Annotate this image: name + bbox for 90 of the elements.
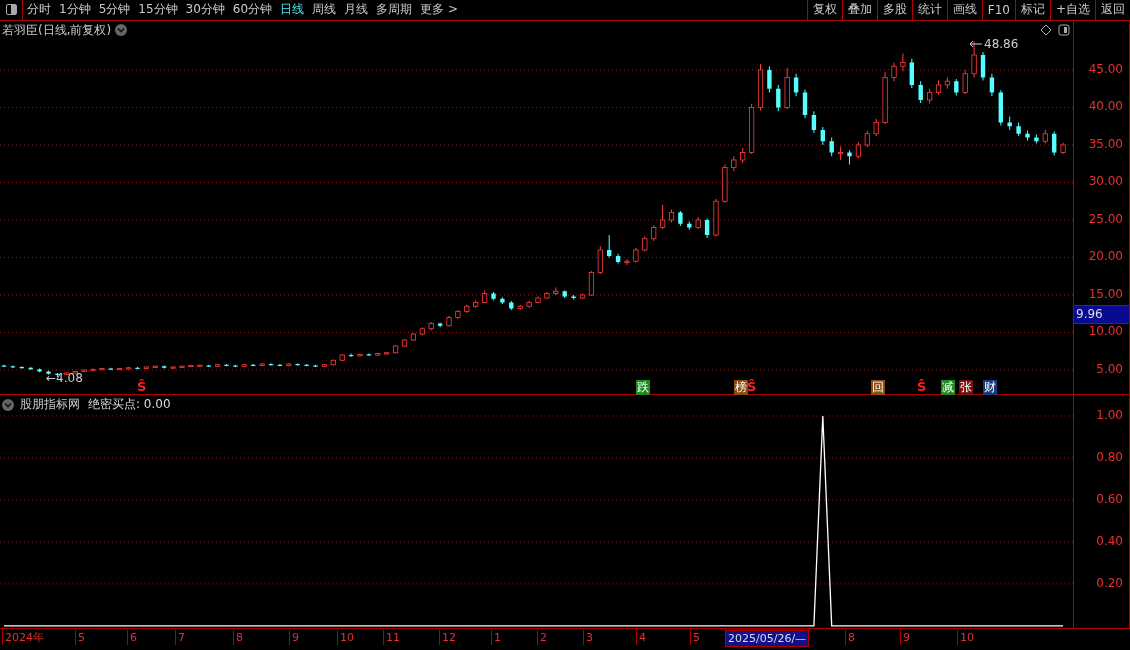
high-price-label: 48.86 — [984, 36, 1019, 51]
axis-label: 0.20 — [1096, 576, 1123, 591]
chevron-down-icon[interactable] — [2, 398, 14, 411]
candlestick — [811, 110, 817, 134]
event-tag[interactable]: 榜 — [734, 379, 748, 395]
candlestick — [704, 217, 710, 239]
date-label: 6 — [127, 630, 139, 646]
period-tab[interactable]: 分时 — [23, 0, 55, 20]
date-label: 2024年 — [2, 630, 46, 646]
axis-label: 20.00 — [1088, 249, 1123, 264]
date-label: 8 — [233, 630, 245, 646]
event-tag[interactable]: 减 — [941, 379, 955, 395]
axis-label: 1.00 — [1096, 408, 1123, 423]
date-label: 1 — [491, 630, 503, 646]
date-label: 10 — [957, 630, 976, 646]
date-label: 11 — [383, 630, 402, 646]
candlestick — [971, 40, 977, 78]
date-label: 7 — [175, 630, 187, 646]
date-label: 4 — [636, 630, 648, 646]
date-label: 8 — [845, 630, 857, 646]
toolbar-button[interactable]: 统计 — [911, 0, 947, 20]
candlestick — [962, 69, 968, 95]
period-tab[interactable]: 30分钟 — [181, 0, 229, 20]
candlestick — [900, 52, 906, 72]
axis-label: 0.80 — [1096, 450, 1123, 465]
candlestick — [989, 73, 995, 97]
date-label: 3 — [583, 630, 595, 646]
candlestick — [767, 65, 772, 93]
indicator-reading: 绝密买点: 0.00 — [88, 396, 171, 414]
toolbar-button[interactable]: +自选 — [1049, 0, 1095, 20]
low-price-label: ←4.08 — [46, 370, 83, 385]
signal-marker: Ŝ — [747, 378, 757, 395]
date-label: 2 — [537, 630, 549, 646]
date-label: 9 — [289, 630, 301, 646]
event-tag[interactable]: 回 — [871, 379, 885, 395]
axis-label: 0.40 — [1096, 534, 1123, 549]
date-label: 5 — [690, 630, 702, 646]
axis-label: 45.00 — [1088, 61, 1123, 76]
toolbar-button[interactable]: 复权 — [806, 0, 842, 20]
period-tab[interactable]: 5分钟 — [94, 0, 135, 20]
event-tag[interactable]: 跌 — [636, 379, 650, 395]
period-tab[interactable]: 日线 — [276, 0, 309, 20]
candlestick — [909, 58, 914, 89]
date-label: 10 — [337, 630, 356, 646]
event-tag[interactable]: 张 — [959, 379, 973, 395]
period-tab[interactable]: 多周期 — [372, 0, 417, 20]
date-label: 2025/05/26/— — [725, 630, 810, 648]
current-price-label: 9.96 — [1074, 304, 1129, 324]
period-tab[interactable]: 15分钟 — [134, 0, 182, 20]
arrow-icon — [969, 39, 983, 48]
period-tab[interactable]: 更多 > — [416, 0, 462, 20]
axis-label: 5.00 — [1096, 362, 1123, 376]
diamond-icon[interactable] — [1040, 23, 1052, 36]
candlestick — [802, 88, 808, 119]
axis-label: 0.60 — [1096, 492, 1123, 507]
candlestick — [607, 234, 612, 258]
toolbar-button[interactable]: 多股 — [876, 0, 912, 20]
toolbar-button[interactable]: 标记 — [1014, 0, 1050, 20]
candlestick — [891, 61, 897, 82]
period-tab[interactable]: 月线 — [340, 0, 373, 20]
period-tab[interactable]: 1分钟 — [55, 0, 95, 20]
panel-toggle-icon[interactable] — [1058, 23, 1070, 36]
toolbar-button[interactable]: 叠加 — [841, 0, 877, 20]
axis-label: 15.00 — [1088, 286, 1123, 301]
axis-label: 35.00 — [1088, 136, 1123, 151]
candlestick — [597, 245, 603, 275]
axis-label: 25.00 — [1088, 211, 1123, 226]
candlestick — [660, 204, 666, 230]
chart-title: 若羽臣(日线,前复权) — [2, 21, 112, 39]
axis-label: 10.00 — [1088, 324, 1123, 339]
toolbar-button[interactable]: F10 — [981, 0, 1015, 20]
candlestick — [588, 270, 594, 297]
candlestick — [624, 258, 630, 266]
toolbar-button[interactable]: 返回 — [1095, 0, 1130, 20]
candlestick — [776, 84, 781, 112]
axis-label: 40.00 — [1088, 99, 1123, 114]
date-label: 5 — [75, 630, 87, 646]
chevron-down-icon[interactable] — [115, 24, 128, 37]
signal-marker: Ŝ — [137, 378, 147, 395]
signal-marker: Ŝ — [917, 378, 927, 395]
event-tag[interactable]: 财 — [983, 379, 997, 395]
candlestick — [793, 73, 799, 97]
candlestick — [918, 80, 923, 104]
axis-label: 30.00 — [1088, 174, 1123, 189]
toolbar-button[interactable]: 画线 — [946, 0, 982, 20]
period-tab[interactable]: 周线 — [308, 0, 341, 20]
period-tab[interactable]: 60分钟 — [228, 0, 277, 20]
date-label: 9 — [900, 630, 912, 646]
indicator-name: 股朋指标网 — [20, 396, 80, 414]
date-label: 12 — [439, 630, 458, 646]
